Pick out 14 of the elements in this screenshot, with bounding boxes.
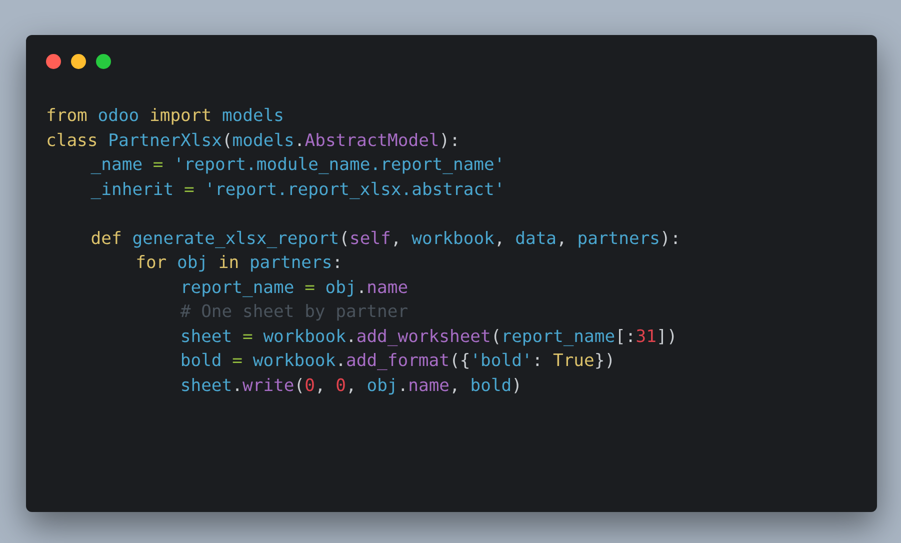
- window-control[interactable]: [46, 54, 61, 69]
- code-line: from odoo import models: [46, 105, 284, 128]
- code-line: report_name = obj.name: [180, 276, 408, 300]
- window-control[interactable]: [96, 54, 111, 69]
- code-line: _inherit = 'report.report_xlsx.abstract': [90, 178, 505, 202]
- code-line: for obj in partners:: [136, 252, 343, 275]
- code-line: class PartnerXlsx(models.AbstractModel):: [46, 130, 460, 152]
- code-line: def generate_xlsx_report(self, workbook, data, partners):: [90, 228, 681, 250]
- code-comment: # One sheet by partner: [180, 301, 408, 324]
- code-line: _name = 'report.module_name.report_name': [90, 154, 505, 177]
- window-control[interactable]: [71, 54, 86, 69]
- code-line: sheet = workbook.add_worksheet(report_name[:31]): [180, 326, 678, 348]
- code-line: bold = workbook.add_format({'bold': True}): [180, 350, 616, 373]
- code-line: sheet.write(0, 0, obj.name, bold): [180, 374, 522, 398]
